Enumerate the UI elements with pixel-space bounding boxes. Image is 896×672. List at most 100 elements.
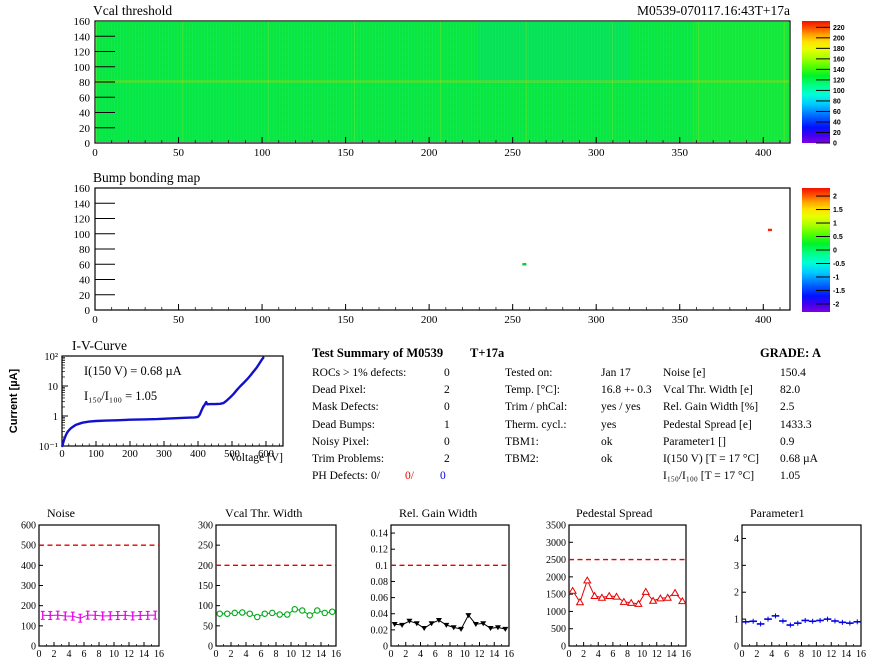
- summary-mid-label: Trim / phCal:: [505, 401, 567, 414]
- svg-text:-0.5: -0.5: [833, 261, 845, 268]
- svg-text:400: 400: [755, 314, 772, 326]
- vcal-map-title: Vcal threshold: [93, 4, 172, 19]
- svg-text:6: 6: [82, 649, 87, 660]
- vcal-width-plot-title: Vcal Thr. Width: [225, 507, 302, 520]
- svg-text:300: 300: [588, 147, 605, 159]
- svg-text:0.02: 0.02: [371, 625, 389, 636]
- svg-text:60: 60: [833, 109, 841, 116]
- bump-map-title: Bump bonding map: [93, 171, 200, 186]
- svg-text:300: 300: [588, 314, 605, 326]
- vcal-threshold-heatmap: [96, 22, 789, 142]
- summary-mid-value: Jan 17: [601, 367, 631, 380]
- svg-text:250: 250: [198, 541, 213, 552]
- svg-text:100: 100: [74, 62, 91, 74]
- grade-value: A: [812, 347, 821, 361]
- svg-text:2: 2: [403, 649, 408, 660]
- svg-text:0: 0: [92, 314, 98, 326]
- summary-title-suffix: T+17a: [470, 347, 504, 361]
- svg-text:4: 4: [418, 649, 423, 660]
- svg-text:180: 180: [833, 46, 845, 53]
- summary-right-value: 2.5: [780, 401, 794, 414]
- svg-text:0: 0: [567, 649, 572, 660]
- vcal_width-plot: 0501001502002503000246810121416: [198, 521, 341, 661]
- svg-text:200: 200: [833, 35, 845, 42]
- svg-text:6: 6: [784, 649, 789, 660]
- svg-text:100: 100: [254, 147, 271, 159]
- svg-text:0: 0: [561, 642, 566, 653]
- svg-text:-1.5: -1.5: [833, 288, 845, 295]
- svg-text:3000: 3000: [546, 538, 566, 549]
- svg-text:20: 20: [79, 123, 91, 135]
- summary-mid-label: Tested on:: [505, 367, 552, 380]
- svg-text:2000: 2000: [546, 572, 566, 583]
- iv-x-axis-label: Voltage [V]: [198, 452, 283, 465]
- svg-text:10: 10: [286, 649, 296, 660]
- summary-left-value-part: 0: [440, 470, 446, 483]
- svg-text:160: 160: [74, 16, 91, 28]
- summary-right-value: 1.05: [780, 470, 800, 483]
- summary-mid-label: TBM2:: [505, 453, 539, 466]
- svg-text:3500: 3500: [546, 521, 566, 532]
- svg-text:200: 200: [122, 449, 138, 460]
- noise-plot-title: Noise: [47, 507, 75, 520]
- svg-text:14: 14: [316, 649, 326, 660]
- iv-annotation-current: I(150 V) = 0.68 µA: [84, 365, 182, 379]
- summary-left-value: 0: [444, 436, 450, 449]
- svg-text:14: 14: [841, 649, 851, 660]
- svg-text:0: 0: [37, 649, 42, 660]
- summary-right-value: 82.0: [780, 384, 800, 397]
- summary-right-label: Noise [e]: [663, 367, 705, 380]
- iv-y-axis-label: Current [µA]: [8, 355, 20, 447]
- bump-colorbar: [802, 188, 830, 312]
- svg-text:2: 2: [229, 649, 234, 660]
- svg-text:250: 250: [504, 314, 521, 326]
- svg-text:-1: -1: [833, 274, 839, 281]
- svg-text:0.04: 0.04: [371, 609, 389, 620]
- module-id: M0539-070117.16:43T+17a: [460, 4, 790, 19]
- svg-text:0: 0: [389, 649, 394, 660]
- svg-text:120: 120: [74, 214, 91, 226]
- svg-text:50: 50: [173, 314, 185, 326]
- summary-mid-value: ok: [601, 436, 613, 449]
- svg-text:60: 60: [79, 92, 91, 104]
- svg-text:14: 14: [666, 649, 676, 660]
- svg-text:2: 2: [754, 649, 759, 660]
- svg-text:100: 100: [88, 449, 104, 460]
- svg-text:200: 200: [421, 147, 438, 159]
- svg-text:250: 250: [504, 147, 521, 159]
- svg-text:8: 8: [625, 649, 630, 660]
- pedestal-plot: 0500100015002000250030003500024681012141…: [546, 521, 691, 661]
- svg-text:8: 8: [448, 649, 453, 660]
- heatmap-patch: [477, 22, 629, 82]
- svg-text:0.5: 0.5: [833, 234, 843, 241]
- svg-text:40: 40: [79, 275, 91, 287]
- summary-left-label: Dead Pixel:: [312, 384, 366, 397]
- svg-text:4: 4: [596, 649, 601, 660]
- svg-text:200: 200: [21, 601, 36, 612]
- svg-text:12: 12: [124, 649, 134, 660]
- summary-left-value: 0: [444, 367, 450, 380]
- svg-text:12: 12: [652, 649, 662, 660]
- svg-text:60: 60: [79, 259, 91, 271]
- svg-text:8: 8: [799, 649, 804, 660]
- svg-text:16: 16: [154, 649, 164, 660]
- bump_map-axes: 0204060801001201401600501001502002503003…: [74, 183, 846, 326]
- summary-mid-label: TBM1:: [505, 436, 539, 449]
- svg-text:0: 0: [208, 642, 213, 653]
- summary-mid-label: Temp. [°C]:: [505, 384, 560, 397]
- svg-text:16: 16: [856, 649, 866, 660]
- summary-right-label: Pedestal Spread [e]: [663, 419, 752, 432]
- heatmap-patch: [96, 84, 276, 142]
- summary-right-label: Rel. Gain Width [%]: [663, 401, 758, 414]
- svg-text:0: 0: [833, 248, 837, 255]
- svg-text:3: 3: [734, 561, 739, 572]
- summary-right-label: Parameter1 []: [663, 436, 726, 449]
- svg-text:2: 2: [734, 588, 739, 599]
- summary-left-value: 2: [444, 384, 450, 397]
- relgain-plot: 00.020.040.060.080.10.120.14024681012141…: [371, 525, 515, 660]
- svg-text:400: 400: [21, 561, 36, 572]
- heatmap-patch: [96, 80, 789, 84]
- svg-text:0: 0: [85, 138, 91, 150]
- svg-text:16: 16: [681, 649, 691, 660]
- svg-text:6: 6: [433, 649, 438, 660]
